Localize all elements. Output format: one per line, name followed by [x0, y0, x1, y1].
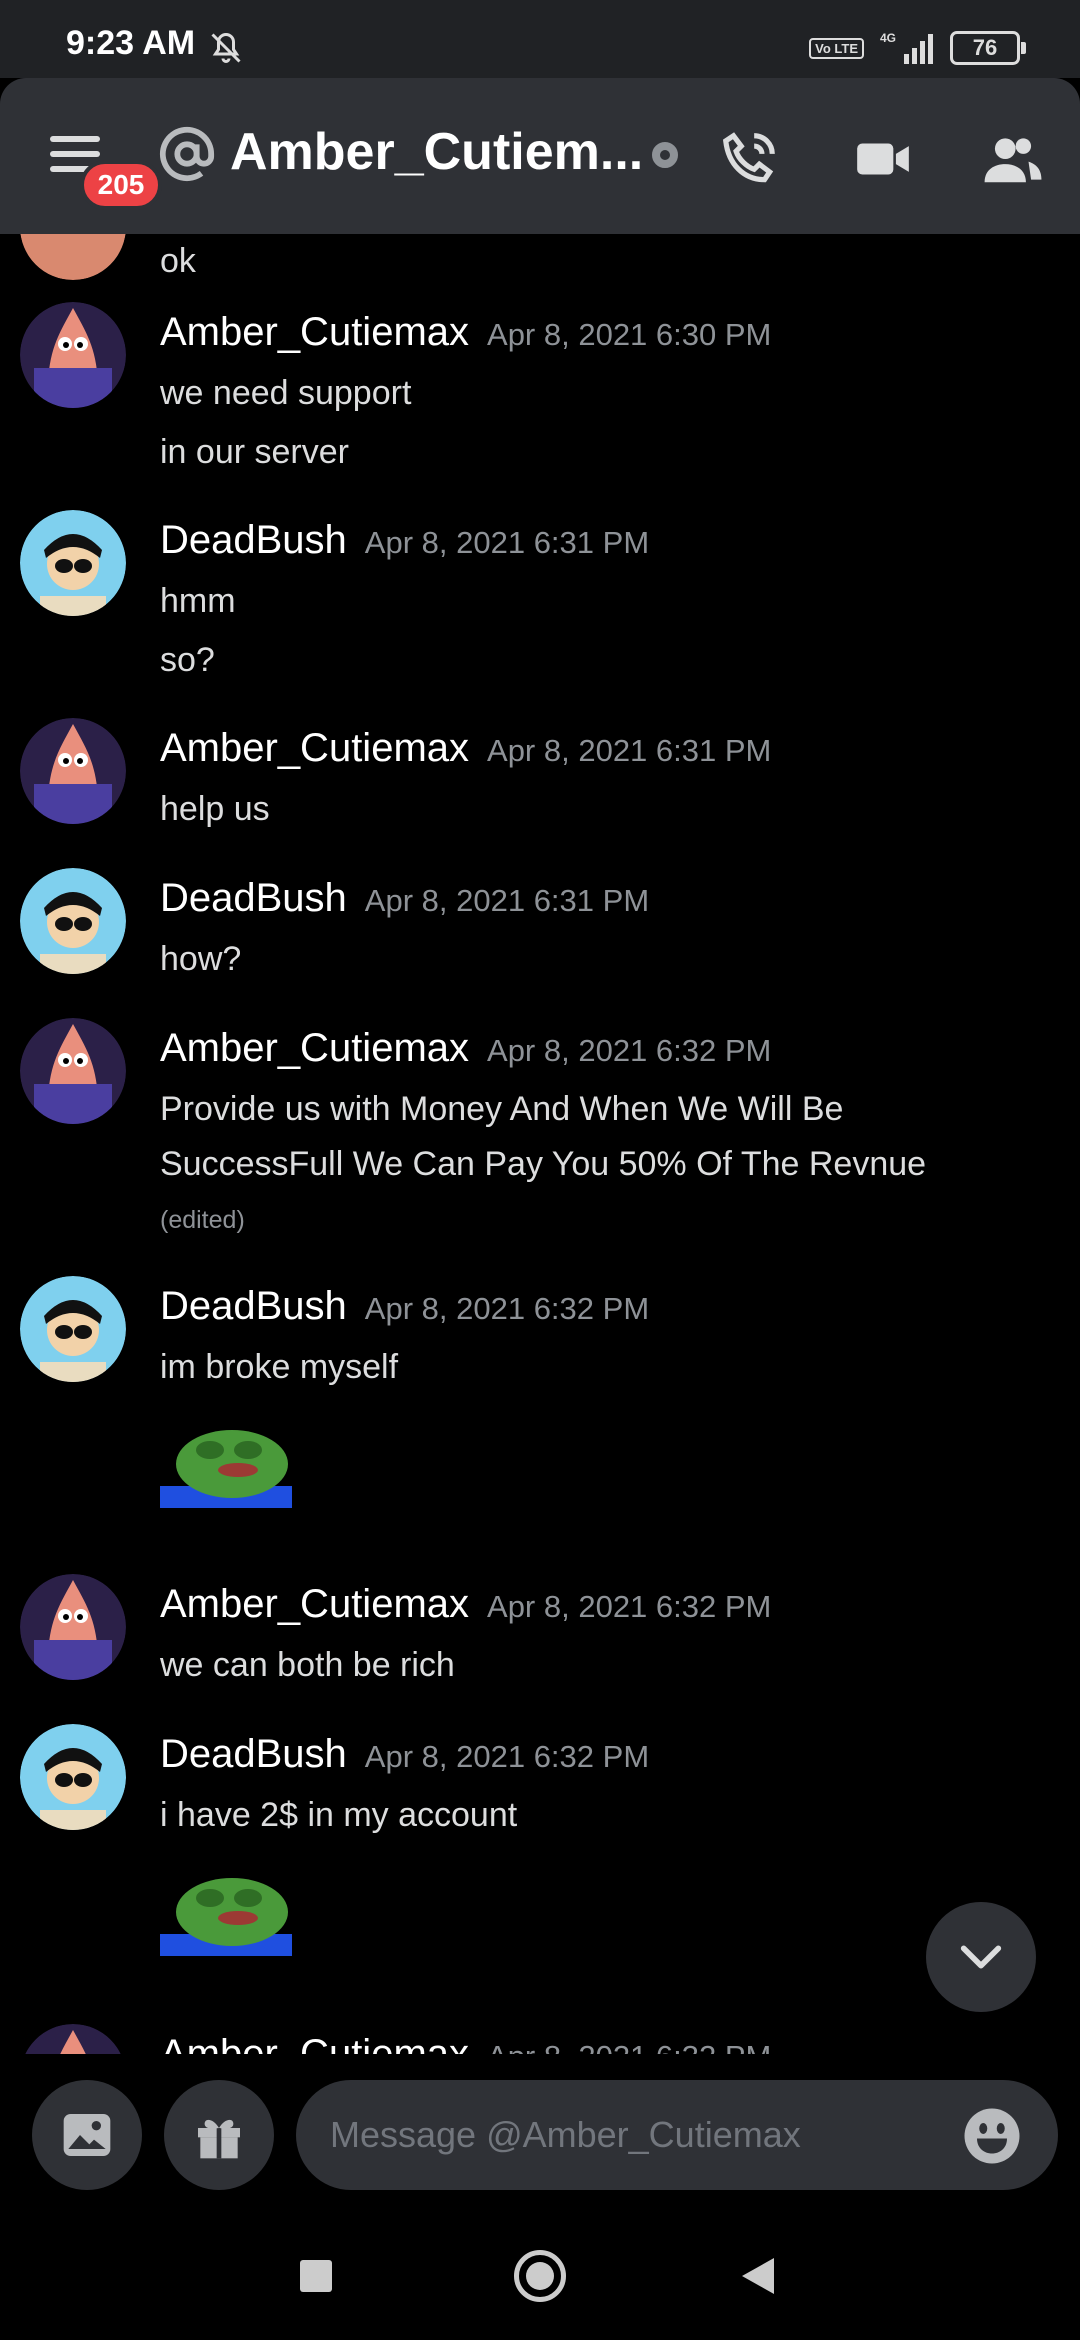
- message-composer: Message @Amber_Cutiemax: [0, 2054, 1080, 2214]
- message-text: so?: [160, 641, 215, 679]
- voice-call-icon[interactable]: [718, 128, 780, 190]
- pepe-emoji-icon[interactable]: [160, 1864, 292, 1956]
- message-text: i have 2$ in my account: [160, 1796, 518, 1834]
- message-author[interactable]: Amber_CutiemaxApr 8, 2021 6:32 PM: [160, 2032, 771, 2054]
- avatar-patrick[interactable]: [20, 2024, 126, 2054]
- avatar-deadbush[interactable]: [20, 1276, 126, 1382]
- emoji-picker-icon[interactable]: [962, 2106, 1022, 2166]
- image-icon: [63, 2114, 111, 2156]
- message-author[interactable]: DeadBush Apr 8, 2021 6:31 PM: [160, 518, 649, 563]
- message-timestamp: Apr 8, 2021 6:32 PM: [364, 1291, 650, 1326]
- avatar-patrick[interactable]: [20, 718, 126, 824]
- message-author[interactable]: Amber_CutiemaxApr 8, 2021 6:32 PM: [160, 1026, 771, 1071]
- avatar-patrick[interactable]: [20, 1018, 126, 1124]
- message-timestamp: Apr 8, 2021 6:31 PM: [364, 883, 650, 918]
- message-author[interactable]: Amber_CutiemaxApr 8, 2021 6:32 PM: [160, 1582, 771, 1627]
- status-time: 9:23 AM: [66, 24, 196, 62]
- message-timestamp: Apr 8, 2021 6:32 PM: [487, 2039, 771, 2054]
- message-text: Provide us with Money And When We Will B…: [160, 1090, 844, 1128]
- battery-indicator: 76: [950, 31, 1026, 65]
- message-author[interactable]: DeadBush Apr 8, 2021 6:32 PM: [160, 1732, 649, 1777]
- status-icons: Vo LTE 4G 76: [809, 30, 1026, 66]
- home-button[interactable]: [514, 2250, 566, 2302]
- message-text: we need support: [160, 374, 412, 412]
- avatar-deadbush[interactable]: [20, 1724, 126, 1830]
- message-timestamp: Apr 8, 2021 6:30 PM: [487, 317, 772, 352]
- message-author[interactable]: Amber_Cutiemax Apr 8, 2021 6:30 PM: [160, 310, 771, 355]
- message-author[interactable]: Amber_Cutiemax Apr 8, 2021 6:31 PM: [160, 726, 771, 771]
- avatar-deadbush[interactable]: [20, 868, 126, 974]
- message-timestamp: Apr 8, 2021 6:31 PM: [487, 733, 772, 768]
- message-text: we can both be rich: [160, 1646, 455, 1684]
- attach-image-button[interactable]: [32, 2080, 142, 2190]
- chevron-down-icon: [960, 1945, 1002, 1969]
- message-text: in our server: [160, 433, 349, 471]
- jump-to-bottom-button[interactable]: [926, 1902, 1036, 2012]
- message-author[interactable]: DeadBush Apr 8, 2021 6:31 PM: [160, 876, 649, 921]
- message-text: hmm: [160, 582, 236, 620]
- message-text: ok: [160, 242, 196, 280]
- message-timestamp: Apr 8, 2021 6:32 PM: [487, 1589, 772, 1624]
- volte-indicator: Vo LTE: [809, 37, 864, 59]
- pepe-emoji-icon[interactable]: [160, 1416, 292, 1508]
- signal-icon: 4G: [880, 31, 933, 64]
- avatar-patrick[interactable]: [20, 302, 126, 408]
- channel-header: 205 Amber_Cutiem...: [0, 78, 1080, 234]
- gift-icon: [198, 2119, 240, 2159]
- network-label: 4G: [880, 31, 896, 45]
- message-author[interactable]: DeadBush Apr 8, 2021 6:32 PM: [160, 1284, 649, 1329]
- avatar-deadbush[interactable]: [20, 510, 126, 616]
- message-timestamp: Apr 8, 2021 6:32 PM: [487, 1033, 772, 1068]
- message-text: how?: [160, 940, 242, 978]
- edited-label: (edited): [160, 1206, 245, 1234]
- avatar-patrick[interactable]: [20, 234, 126, 280]
- at-sign-icon: [159, 126, 215, 182]
- message-text: im broke myself: [160, 1348, 399, 1386]
- message-text: SuccessFull We Can Pay You 50% Of The Re…: [160, 1145, 927, 1183]
- dm-title[interactable]: Amber_Cutiem...: [230, 122, 643, 182]
- message-timestamp: Apr 8, 2021 6:32 PM: [364, 1739, 650, 1774]
- message-input[interactable]: Message @Amber_Cutiemax: [296, 2080, 1058, 2190]
- notification-badge: 205: [80, 160, 162, 210]
- android-nav-bar: [0, 2214, 1080, 2340]
- recents-button[interactable]: [300, 2260, 332, 2292]
- status-bar: 9:23 AM Vo LTE 4G 76: [0, 0, 1080, 78]
- muted-bell-icon: [211, 32, 241, 63]
- message-timestamp: Apr 8, 2021 6:31 PM: [364, 525, 650, 560]
- avatar-patrick[interactable]: [20, 1574, 126, 1680]
- back-button[interactable]: [742, 2258, 774, 2294]
- offline-status-icon: [652, 142, 678, 168]
- gift-button[interactable]: [164, 2080, 274, 2190]
- video-call-icon[interactable]: [852, 128, 914, 190]
- members-icon[interactable]: [982, 128, 1044, 190]
- message-text: help us: [160, 790, 270, 828]
- message-list[interactable]: ok Amber_Cutiemax Apr 8, 2021 6:30 PM we …: [0, 234, 1080, 2054]
